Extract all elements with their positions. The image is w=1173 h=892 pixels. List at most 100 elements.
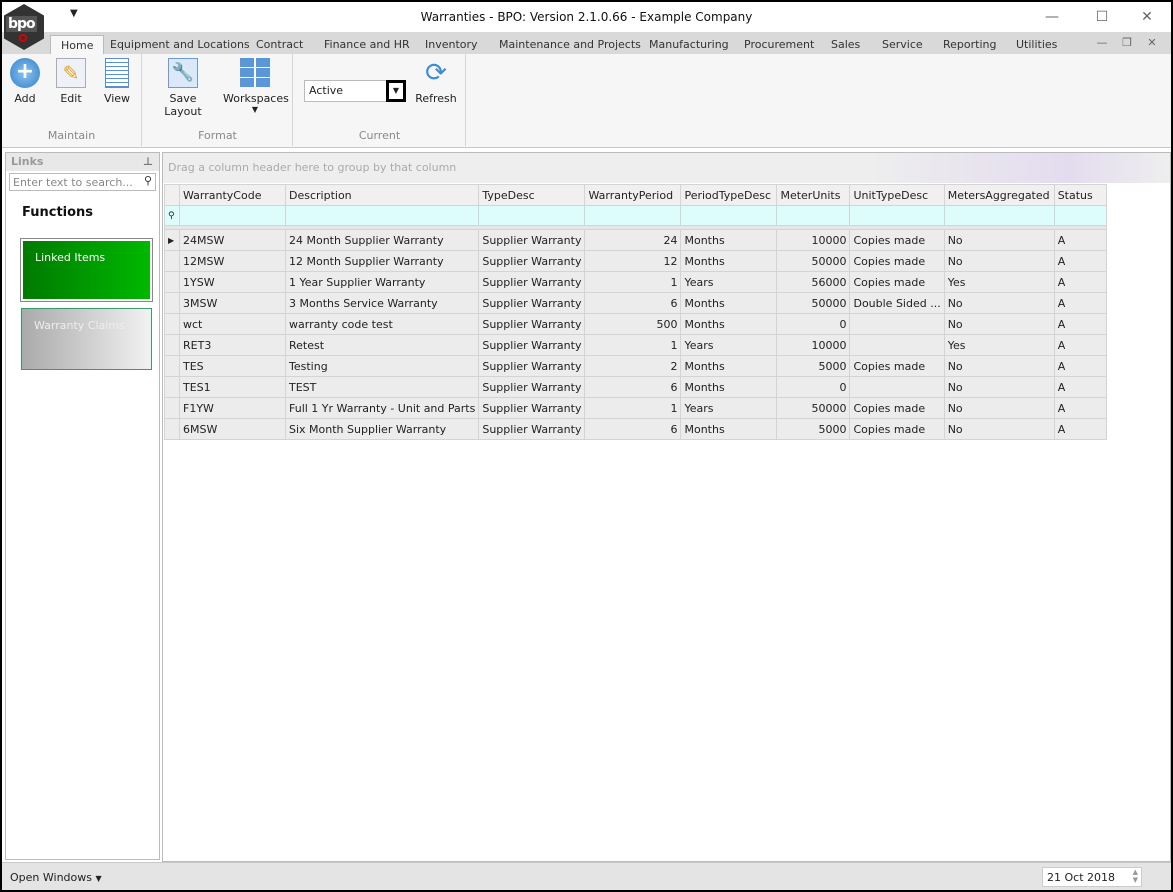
cell-warrantycode[interactable]: 3MSW: [179, 292, 286, 314]
column-header-warrantyperiod[interactable]: WarrantyPeriod: [584, 184, 682, 206]
cell-warrantycode[interactable]: 24MSW: [179, 229, 286, 251]
table-row[interactable]: wct warranty code test Supplier Warranty 50…: [164, 313, 1107, 335]
tab-reporting[interactable]: Reporting: [943, 35, 996, 54]
cell-warrantyperiod[interactable]: 1: [584, 271, 682, 293]
add-button[interactable]: + Add: [10, 58, 40, 105]
cell-description[interactable]: 12 Month Supplier Warranty: [284, 250, 480, 272]
workspaces-button[interactable]: Workspaces ▼: [223, 58, 289, 114]
tab-procurement[interactable]: Procurement: [744, 35, 814, 54]
tab-equipment-and-locations[interactable]: Equipment and Locations: [110, 35, 250, 54]
cell-warrantyperiod[interactable]: 1: [584, 334, 682, 356]
edit-button[interactable]: ✎ Edit: [56, 58, 86, 105]
filter-cell-typedesc[interactable]: [478, 205, 586, 226]
linked-items-tile[interactable]: Linked Items: [20, 238, 153, 302]
cell-status[interactable]: A: [1053, 418, 1107, 440]
cell-typedesc[interactable]: Supplier Warranty: [478, 334, 586, 356]
cell-description[interactable]: Full 1 Yr Warranty - Unit and Parts: [284, 397, 480, 419]
column-header-metersaggregated[interactable]: MetersAggregated: [943, 184, 1055, 206]
cell-typedesc[interactable]: Supplier Warranty: [478, 397, 586, 419]
cell-meterunits[interactable]: 10000: [776, 334, 851, 356]
cell-meterunits[interactable]: 50000: [776, 397, 851, 419]
tab-service[interactable]: Service: [882, 35, 923, 54]
chevron-down-icon[interactable]: ▼: [386, 80, 406, 102]
cell-typedesc[interactable]: Supplier Warranty: [478, 271, 586, 293]
cell-periodtypedesc[interactable]: Months: [680, 418, 778, 440]
cell-typedesc[interactable]: Supplier Warranty: [478, 418, 586, 440]
cell-warrantycode[interactable]: RET3: [179, 334, 286, 356]
cell-warrantyperiod[interactable]: 6: [584, 292, 682, 314]
warranty-claims-tile[interactable]: Warranty Claims: [21, 308, 152, 370]
cell-meterunits[interactable]: 5000: [776, 418, 851, 440]
cell-warrantyperiod[interactable]: 500: [584, 313, 682, 335]
cell-meterunits[interactable]: 0: [776, 313, 851, 335]
cell-unittypedesc[interactable]: Copies made: [849, 271, 945, 293]
cell-periodtypedesc[interactable]: Years: [680, 334, 778, 356]
table-row[interactable]: RET3 Retest Supplier Warranty 1 Years 10000 Ye…: [164, 334, 1107, 356]
links-search-input[interactable]: Enter text to search... ⚲: [9, 173, 156, 191]
cell-status[interactable]: A: [1053, 292, 1107, 314]
cell-description[interactable]: 3 Months Service Warranty: [284, 292, 480, 314]
cell-metersaggregated[interactable]: No: [943, 313, 1055, 335]
filter-cell-warrantyperiod[interactable]: [584, 205, 682, 226]
cell-periodtypedesc[interactable]: Months: [680, 229, 778, 251]
table-row[interactable]: 6MSW Six Month Supplier Warranty Supplier …: [164, 418, 1107, 440]
table-row[interactable]: 12MSW 12 Month Supplier Warranty Supplier …: [164, 250, 1107, 272]
cell-status[interactable]: A: [1053, 355, 1107, 377]
cell-description[interactable]: Six Month Supplier Warranty: [284, 418, 480, 440]
cell-description[interactable]: 1 Year Supplier Warranty: [284, 271, 480, 293]
cell-typedesc[interactable]: Supplier Warranty: [478, 376, 586, 398]
filter-cell-description[interactable]: [284, 205, 480, 226]
column-header-periodtypedesc[interactable]: PeriodTypeDesc: [680, 184, 778, 206]
cell-meterunits[interactable]: 50000: [776, 250, 851, 272]
cell-unittypedesc[interactable]: [849, 334, 945, 356]
cell-unittypedesc[interactable]: Copies made: [849, 397, 945, 419]
date-spinner-icon[interactable]: ▲ ▼: [1133, 868, 1138, 884]
cell-unittypedesc[interactable]: Copies made: [849, 355, 945, 377]
column-header-description[interactable]: Description: [284, 184, 480, 206]
column-header-meterunits[interactable]: MeterUnits: [776, 184, 851, 206]
column-header-status[interactable]: Status: [1053, 184, 1107, 206]
tab-utilities[interactable]: Utilities: [1016, 35, 1057, 54]
refresh-button[interactable]: ⟳ Refresh: [414, 58, 458, 105]
cell-metersaggregated[interactable]: No: [943, 250, 1055, 272]
tab-maintenance-and-projects[interactable]: Maintenance and Projects: [499, 35, 641, 54]
cell-description[interactable]: Testing: [284, 355, 480, 377]
cell-unittypedesc[interactable]: Copies made: [849, 418, 945, 440]
minimize-button[interactable]: —: [1037, 6, 1067, 28]
cell-status[interactable]: A: [1053, 334, 1107, 356]
tab-home[interactable]: Home: [50, 35, 105, 54]
status-filter-combo[interactable]: Active ▼: [304, 80, 406, 102]
cell-warrantyperiod[interactable]: 6: [584, 418, 682, 440]
cell-status[interactable]: A: [1053, 229, 1107, 251]
cell-warrantycode[interactable]: TES1: [179, 376, 286, 398]
cell-description[interactable]: Retest: [284, 334, 480, 356]
mdi-close-button[interactable]: ✕: [1137, 32, 1167, 54]
table-row[interactable]: F1YW Full 1 Yr Warranty - Unit and Parts S…: [164, 397, 1107, 419]
tab-manufacturing[interactable]: Manufacturing: [649, 35, 729, 54]
cell-periodtypedesc[interactable]: Months: [680, 292, 778, 314]
cell-status[interactable]: A: [1053, 271, 1107, 293]
column-header-unittypedesc[interactable]: UnitTypeDesc: [849, 184, 945, 206]
cell-metersaggregated[interactable]: Yes: [943, 334, 1055, 356]
cell-warrantycode[interactable]: 12MSW: [179, 250, 286, 272]
group-by-panel[interactable]: Drag a column header here to group by th…: [163, 153, 1170, 183]
cell-typedesc[interactable]: Supplier Warranty: [478, 313, 586, 335]
tab-contract[interactable]: Contract: [256, 35, 303, 54]
cell-status[interactable]: A: [1053, 376, 1107, 398]
cell-warrantycode[interactable]: wct: [179, 313, 286, 335]
cell-periodtypedesc[interactable]: Years: [680, 271, 778, 293]
pin-icon[interactable]: ⊥: [143, 155, 153, 168]
cell-warrantyperiod[interactable]: 24: [584, 229, 682, 251]
cell-description[interactable]: 24 Month Supplier Warranty: [284, 229, 480, 251]
cell-unittypedesc[interactable]: Copies made: [849, 229, 945, 251]
cell-metersaggregated[interactable]: No: [943, 376, 1055, 398]
cell-meterunits[interactable]: 5000: [776, 355, 851, 377]
cell-warrantyperiod[interactable]: 2: [584, 355, 682, 377]
cell-periodtypedesc[interactable]: Months: [680, 250, 778, 272]
column-header-typedesc[interactable]: TypeDesc: [478, 184, 586, 206]
cell-periodtypedesc[interactable]: Months: [680, 313, 778, 335]
table-row[interactable]: TES Testing Supplier Warranty 2 Months 5000 Co…: [164, 355, 1107, 377]
cell-status[interactable]: A: [1053, 397, 1107, 419]
cell-warrantyperiod[interactable]: 6: [584, 376, 682, 398]
cell-metersaggregated[interactable]: No: [943, 292, 1055, 314]
